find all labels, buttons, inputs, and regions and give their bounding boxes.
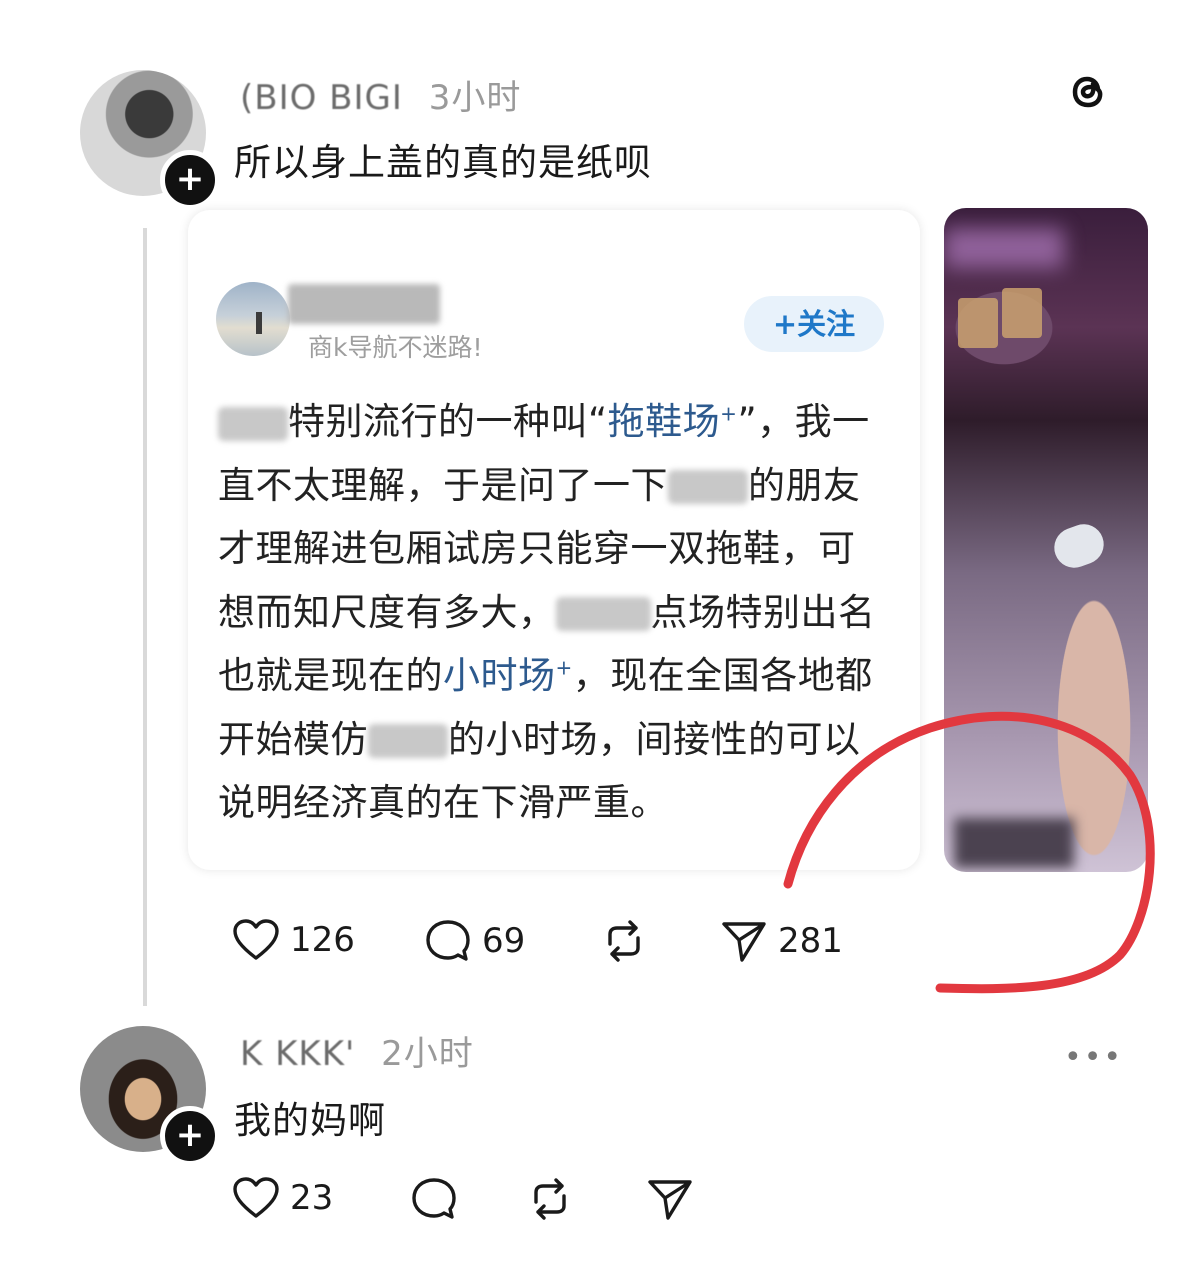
photo-detail: [954, 818, 1074, 868]
threads-icon[interactable]: [1064, 68, 1112, 116]
thread-connector-line: [143, 228, 147, 1006]
like-count: 126: [290, 920, 355, 960]
more-dots-icon[interactable]: •••: [1064, 1040, 1123, 1075]
repost-button[interactable]: [600, 918, 648, 964]
quoted-author-name-redacted: [288, 284, 440, 324]
follow-plus-icon[interactable]: +: [160, 1106, 220, 1166]
topic-link-sup: +: [720, 401, 738, 426]
quoted-author-subtitle: 商k导航不迷路!: [308, 333, 483, 362]
topic-link-hourly[interactable]: 小时场: [443, 654, 556, 697]
post-time: 3小时: [428, 78, 522, 118]
heart-icon: [233, 919, 279, 960]
quoted-post-card[interactable]: 商k导航不迷路! +关注 特别流行的一种叫“拖鞋场+”，我一直不太理解，于是问了…: [188, 210, 920, 870]
follow-plus-icon[interactable]: +: [160, 150, 220, 210]
repost-button[interactable]: [526, 1176, 574, 1222]
photo-detail: [1048, 518, 1110, 574]
quoted-post-body: 特别流行的一种叫“拖鞋场+”，我一直不太理解，于是问了一下 的朋友才理解进包厢试房…: [218, 390, 888, 835]
photo-detail: [958, 298, 998, 348]
attached-photo[interactable]: [944, 208, 1148, 872]
share-button[interactable]: 281: [720, 918, 843, 964]
body-text: 特别流行的一种叫“: [288, 400, 608, 443]
repost-icon: [534, 1178, 566, 1220]
redacted-text: [555, 597, 651, 631]
like-button[interactable]: 23: [232, 1176, 333, 1220]
post-text: 所以身上盖的真的是纸呗: [234, 141, 652, 184]
redacted-text: [368, 724, 448, 758]
repost-icon: [608, 920, 640, 962]
topic-link-sup: +: [555, 655, 573, 680]
share-count: 281: [778, 921, 843, 961]
post-meta: K KKK' 2小时: [240, 1026, 474, 1075]
share-button[interactable]: [646, 1176, 694, 1222]
like-button[interactable]: 126: [232, 918, 355, 962]
quoted-author-avatar[interactable]: [216, 282, 290, 356]
author-name[interactable]: (BIO BIGI: [240, 78, 403, 118]
photo-detail: [1002, 288, 1042, 338]
topic-link-slipper[interactable]: 拖鞋场: [608, 400, 721, 443]
post-meta: (BIO BIGI 3小时: [240, 70, 521, 119]
comment-count: 69: [482, 921, 526, 961]
photo-detail: [944, 228, 1064, 268]
comment-bubble-icon: [426, 920, 470, 961]
send-icon: [648, 1180, 692, 1220]
comment-button[interactable]: 69: [424, 918, 525, 964]
redacted-text: [668, 470, 748, 504]
follow-button[interactable]: +关注: [744, 296, 884, 352]
heart-icon: [233, 1177, 279, 1218]
like-count: 23: [290, 1178, 334, 1218]
post-text: 我的妈啊: [234, 1099, 386, 1142]
comment-button[interactable]: [410, 1176, 458, 1222]
post-time: 2小时: [381, 1034, 474, 1074]
comment-bubble-icon: [412, 1178, 456, 1219]
redacted-text: [218, 406, 288, 441]
author-name[interactable]: K KKK': [240, 1034, 355, 1074]
send-icon: [722, 922, 766, 962]
